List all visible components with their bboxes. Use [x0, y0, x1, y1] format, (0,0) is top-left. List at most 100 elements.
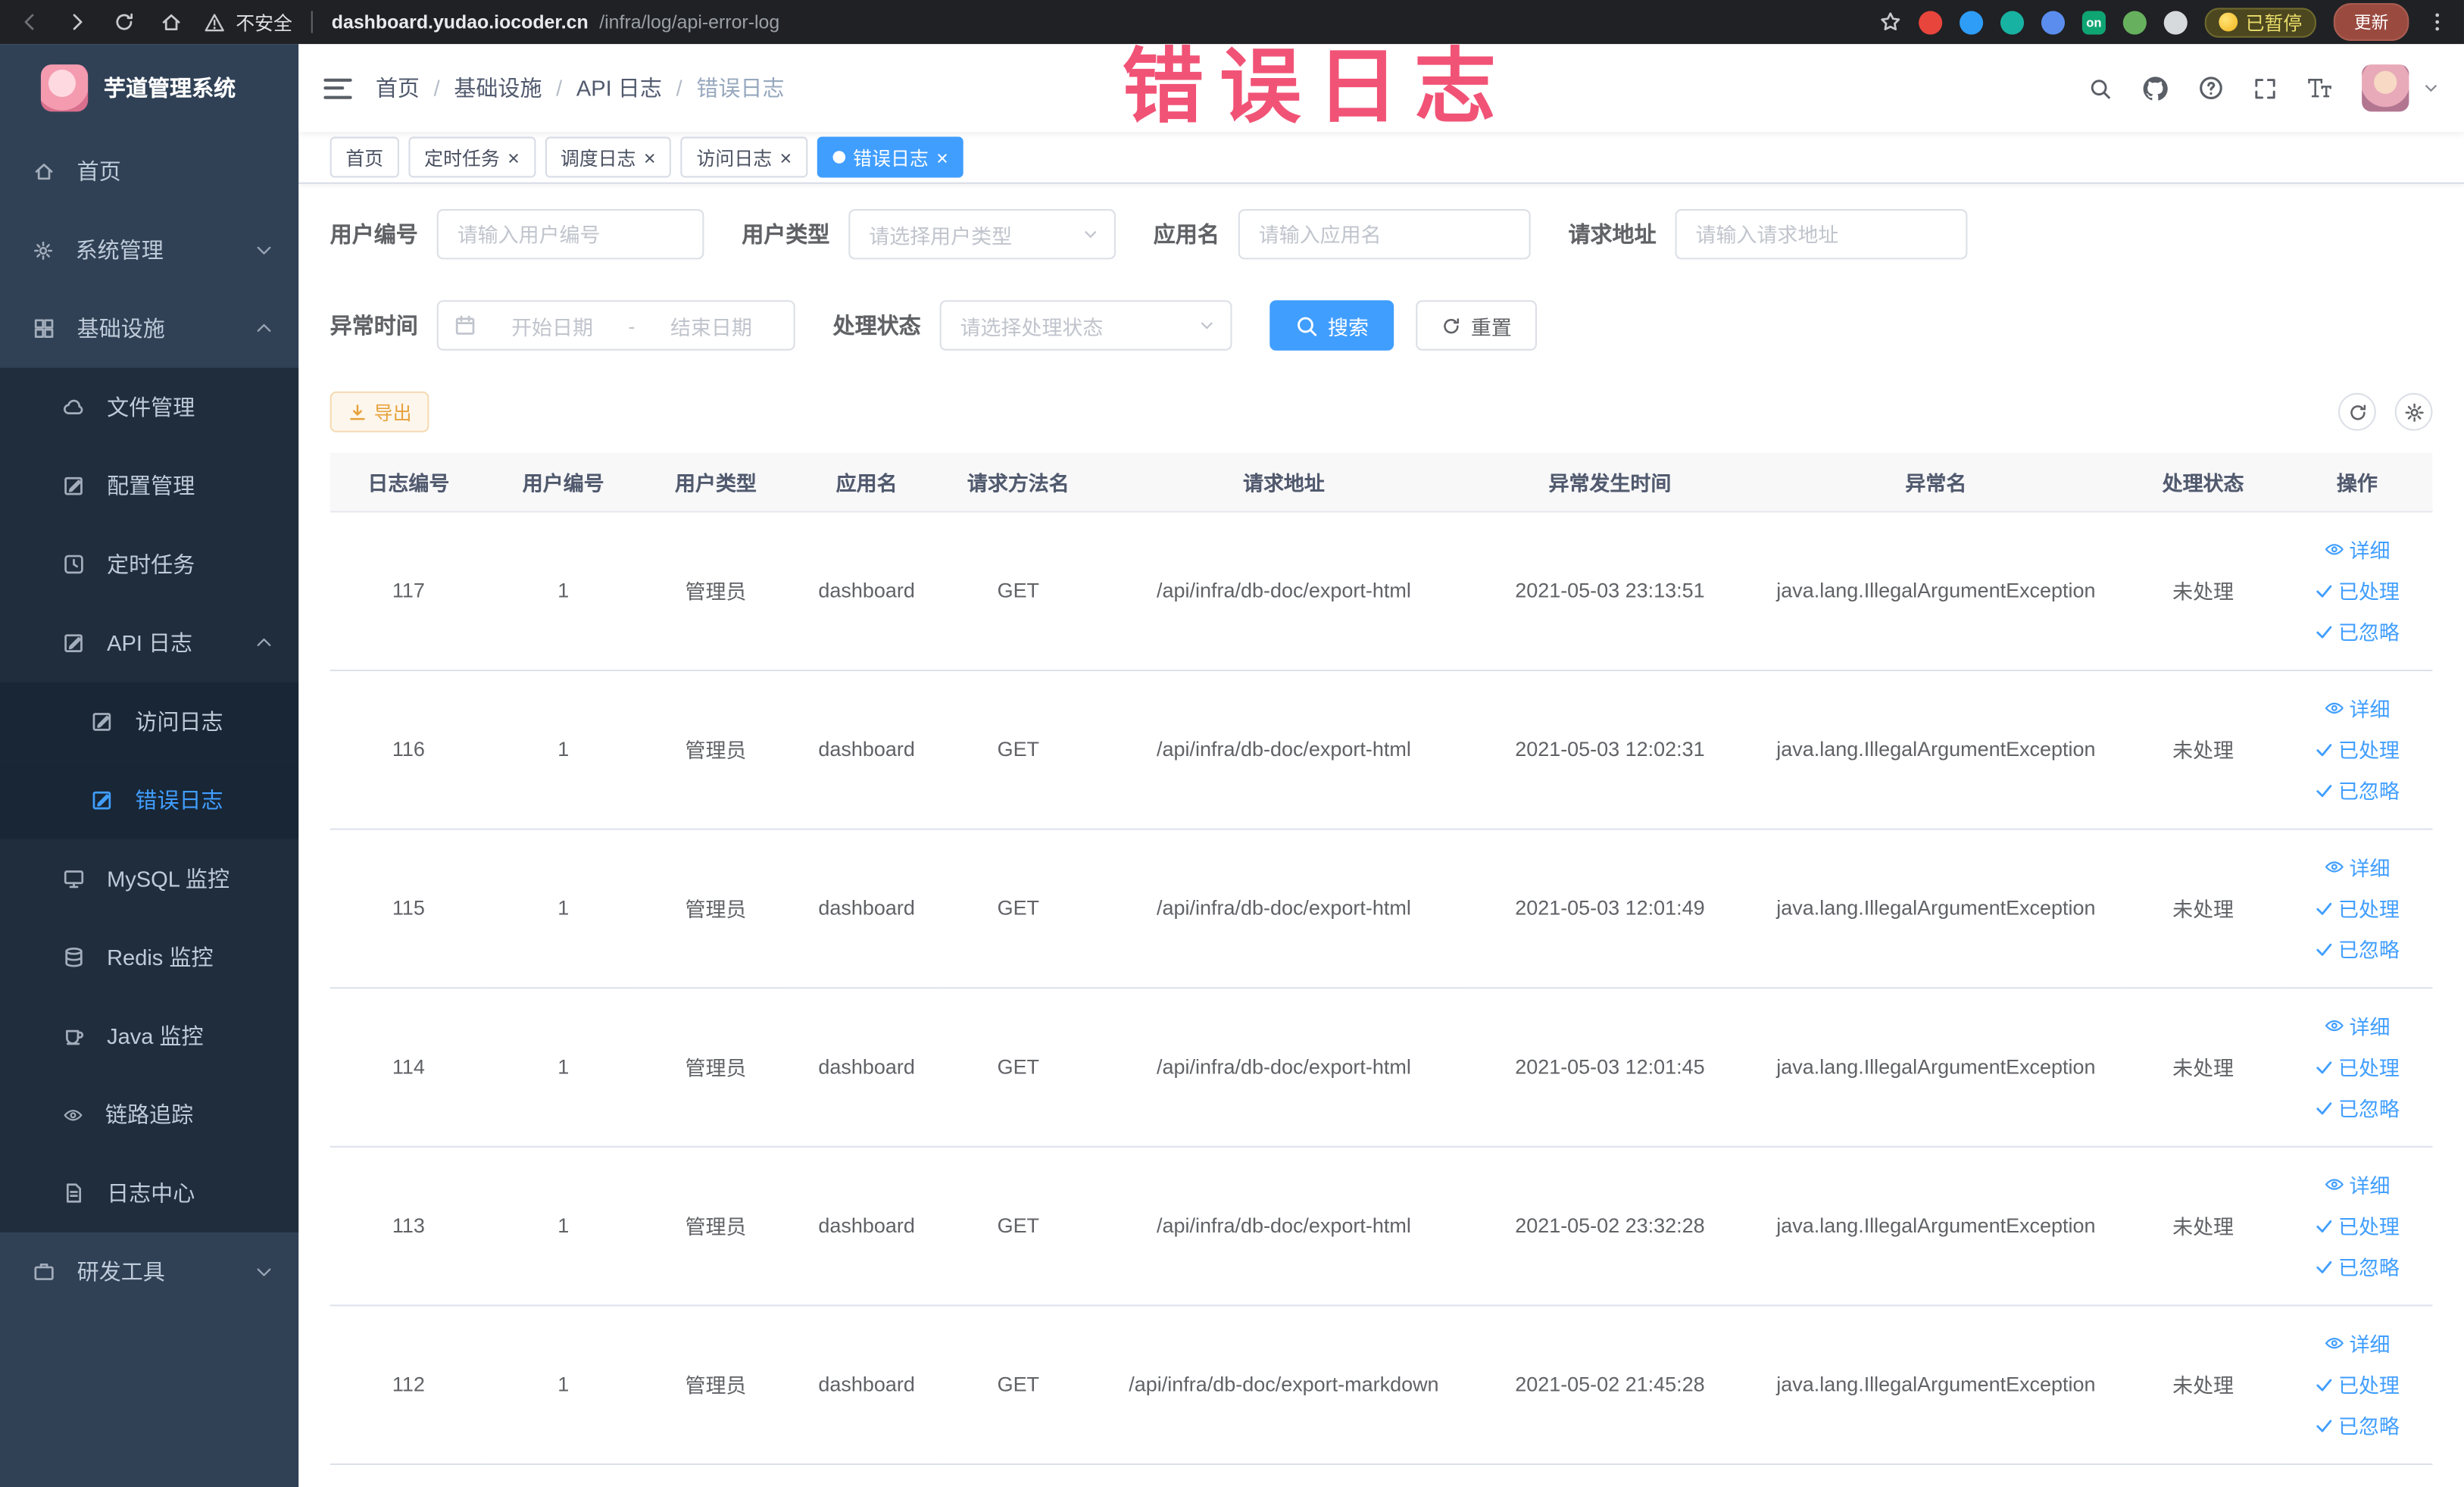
address-bar[interactable]: 不安全 dashboard.yudao.iocoder.cn/infra/log…: [205, 8, 779, 35]
extension-on-badge-icon[interactable]: on: [2081, 10, 2106, 34]
sidebar-item-config-management[interactable]: 配置管理: [0, 446, 299, 526]
hamburger-icon[interactable]: [323, 77, 352, 98]
sidebar-item-error-log[interactable]: 错误日志: [0, 761, 299, 840]
reset-button[interactable]: 重置: [1416, 300, 1538, 351]
update-button[interactable]: 更新: [2333, 3, 2409, 41]
browser-reload-icon[interactable]: [113, 11, 135, 33]
process-status-select[interactable]: 请选择处理状态: [939, 300, 1232, 351]
extension-icon[interactable]: [1959, 10, 1984, 34]
browser-back-icon[interactable]: [19, 11, 41, 33]
table-header-row: 日志编号 用户编号 用户类型 应用名 请求方法名 请求地址 异常发生时间 异常名 处理状态 操作: [329, 452, 2433, 512]
bookmark-star-icon[interactable]: [1879, 11, 1901, 33]
user-type-field: 用户类型 请选择用户类型: [742, 208, 1116, 260]
processed-link[interactable]: 已处理: [2315, 571, 2400, 609]
ignored-link[interactable]: 已忽略: [2315, 771, 2400, 809]
user-type-select[interactable]: 请选择用户类型: [848, 208, 1116, 260]
extension-icon[interactable]: [2000, 10, 2025, 34]
extension-paw-icon[interactable]: [2163, 10, 2188, 34]
emoji-icon: [2219, 12, 2238, 32]
column-header: 应用名: [792, 452, 942, 512]
date-range-picker[interactable]: 开始日期 - 结束日期: [436, 300, 795, 351]
column-settings-button[interactable]: [2394, 392, 2433, 431]
processed-link[interactable]: 已处理: [2315, 1365, 2400, 1403]
table-row: 114 1 管理员 dashboard GET/api/infra/db-doc/exp…: [329, 987, 2433, 1147]
detail-link[interactable]: 详细: [2324, 689, 2390, 727]
tag-home[interactable]: 首页: [329, 136, 399, 178]
close-icon[interactable]: ×: [936, 147, 948, 167]
processed-link[interactable]: 已处理: [2315, 1207, 2400, 1245]
request-url-input[interactable]: [1675, 208, 1968, 260]
app-name-input[interactable]: [1238, 208, 1531, 260]
browser-home-icon[interactable]: [161, 11, 183, 33]
column-header: 用户类型: [639, 452, 792, 512]
sidebar-item-redis-monitor[interactable]: Redis 监控: [0, 917, 299, 997]
tag-access-log[interactable]: 访问日志 ×: [680, 136, 808, 178]
detail-link[interactable]: 详细: [2324, 1007, 2390, 1045]
sidebar-item-mysql-monitor[interactable]: MySQL 监控: [0, 839, 299, 918]
detail-link[interactable]: 详细: [2324, 1166, 2390, 1204]
refresh-table-button[interactable]: [2338, 392, 2376, 431]
user-avatar[interactable]: [2362, 64, 2409, 112]
breadcrumb-item: 错误日志: [696, 75, 785, 101]
cell-exception: java.lang.IllegalArgumentException: [1747, 1145, 2125, 1306]
close-icon[interactable]: ×: [780, 147, 792, 167]
help-icon[interactable]: [2198, 76, 2223, 101]
ignored-link[interactable]: 已忽略: [2315, 1248, 2400, 1286]
cell-time: 2021-05-03 12:01:45: [1472, 987, 1747, 1147]
processed-link[interactable]: 已处理: [2315, 1048, 2400, 1086]
eye-icon: [2324, 1174, 2344, 1195]
tag-job-log[interactable]: 调度日志 ×: [545, 136, 672, 178]
tag-scheduled-jobs[interactable]: 定时任务 ×: [408, 136, 536, 178]
close-icon[interactable]: ×: [507, 147, 520, 167]
sidebar-item-java-monitor[interactable]: Java 监控: [0, 996, 299, 1076]
font-size-icon[interactable]: [2307, 77, 2332, 99]
ignored-link[interactable]: 已忽略: [2315, 1406, 2400, 1444]
sidebar-item-access-log[interactable]: 访问日志: [0, 682, 299, 761]
detail-link[interactable]: 详细: [2324, 530, 2390, 568]
processed-link[interactable]: 已处理: [2315, 889, 2400, 926]
sidebar-item-api-logs[interactable]: API 日志: [0, 603, 299, 683]
sidebar-item-file-management[interactable]: 文件管理: [0, 367, 299, 447]
breadcrumb-item[interactable]: API 日志: [576, 72, 662, 104]
detail-link[interactable]: 详细: [2324, 1324, 2390, 1362]
cell-user-id: 1: [487, 828, 640, 989]
browser-forward-icon[interactable]: [66, 11, 88, 33]
close-icon[interactable]: ×: [644, 147, 656, 167]
tag-error-log[interactable]: 错误日志 ×: [817, 136, 964, 178]
breadcrumb-item[interactable]: 基础设施: [454, 72, 542, 104]
search-button[interactable]: 搜索: [1269, 300, 1394, 351]
github-icon[interactable]: [2142, 75, 2169, 102]
sidebar-item-system-management[interactable]: 系统管理: [0, 211, 298, 289]
detail-link[interactable]: 详细: [2324, 848, 2390, 886]
sidebar-item-log-center[interactable]: 日志中心: [0, 1154, 299, 1232]
active-tag-dot-icon: [832, 151, 845, 164]
security-label[interactable]: 不安全: [236, 8, 292, 35]
breadcrumb-item[interactable]: 首页: [376, 72, 420, 104]
sidebar-item-scheduled-jobs[interactable]: 定时任务: [0, 525, 299, 604]
cell-actions: 详细 已处理 已忽略: [2281, 828, 2433, 989]
table-row: 115 1 管理员 dashboard GET/api/infra/db-doc/exp…: [329, 828, 2433, 989]
fullscreen-icon[interactable]: [2253, 77, 2277, 100]
browser-menu-icon[interactable]: [2426, 11, 2448, 33]
processed-link[interactable]: 已处理: [2315, 730, 2400, 768]
action-label: 已处理: [2338, 1373, 2400, 1398]
caret-down-icon: [1199, 317, 1215, 333]
sidebar-item-home[interactable]: 首页: [0, 132, 298, 211]
extension-icon[interactable]: [2122, 10, 2147, 34]
logo[interactable]: 芋道管理系统: [0, 44, 298, 132]
sidebar-item-infrastructure[interactable]: 基础设施: [0, 289, 298, 368]
extension-icon[interactable]: [2041, 10, 2065, 34]
search-icon[interactable]: [2088, 77, 2112, 100]
avatar-caret-down-icon[interactable]: [2423, 80, 2439, 96]
sidebar-item-label: 定时任务: [107, 551, 195, 577]
ignored-link[interactable]: 已忽略: [2315, 929, 2400, 967]
user-type-label: 用户类型: [742, 221, 830, 247]
ignored-link[interactable]: 已忽略: [2315, 612, 2400, 650]
sidebar-item-link-tracing[interactable]: 链路追踪: [0, 1075, 299, 1154]
extension-icon[interactable]: [1919, 10, 1943, 34]
paused-badge[interactable]: 已暂停: [2204, 7, 2316, 37]
sidebar-item-dev-tools[interactable]: 研发工具: [0, 1232, 298, 1311]
user-id-input[interactable]: [436, 208, 704, 260]
ignored-link[interactable]: 已忽略: [2315, 1089, 2400, 1126]
export-button[interactable]: 导出: [329, 391, 429, 433]
